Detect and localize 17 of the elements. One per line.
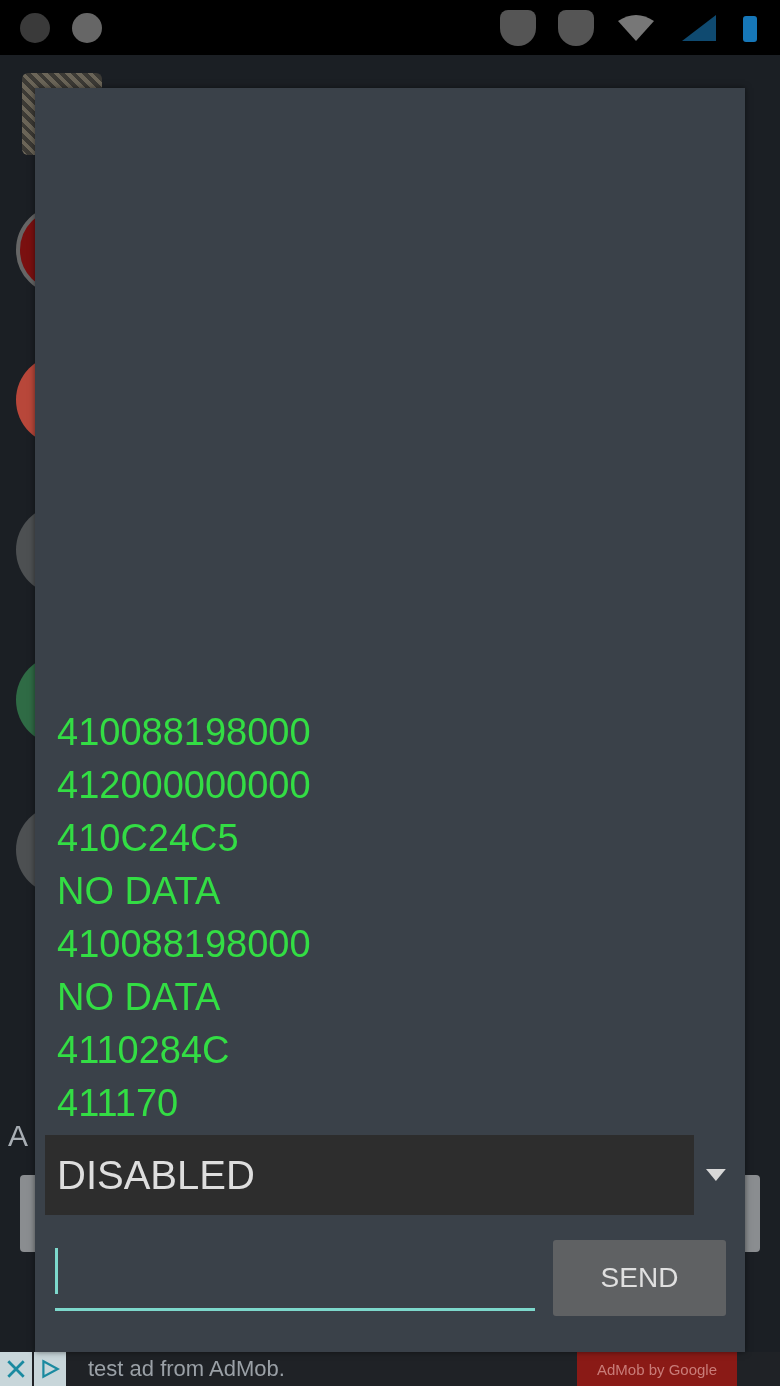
wifi-icon — [616, 12, 656, 43]
log-line: 410088198000 — [57, 710, 312, 755]
log-line: 411170 — [57, 1081, 180, 1126]
log-line: NO DATA — [57, 975, 222, 1020]
ad-button[interactable]: AdMob by Google — [577, 1352, 737, 1386]
mode-dropdown[interactable]: DISABLED — [45, 1135, 695, 1215]
label: A — [8, 1119, 28, 1153]
log-line: 410C24C5 — [57, 816, 240, 861]
log-line: NO DATA — [57, 869, 222, 914]
caret-icon[interactable] — [706, 1169, 726, 1181]
play-icon[interactable] — [34, 1352, 66, 1386]
log-line: 4110284C — [57, 1028, 231, 1073]
ad-text: test ad from AdMob. — [88, 1356, 286, 1382]
log-line: 410088198000 — [57, 922, 312, 967]
send-button[interactable]: SEND — [553, 1240, 726, 1316]
log-line: 412000000000 — [57, 763, 312, 808]
close-icon[interactable] — [0, 1352, 32, 1386]
